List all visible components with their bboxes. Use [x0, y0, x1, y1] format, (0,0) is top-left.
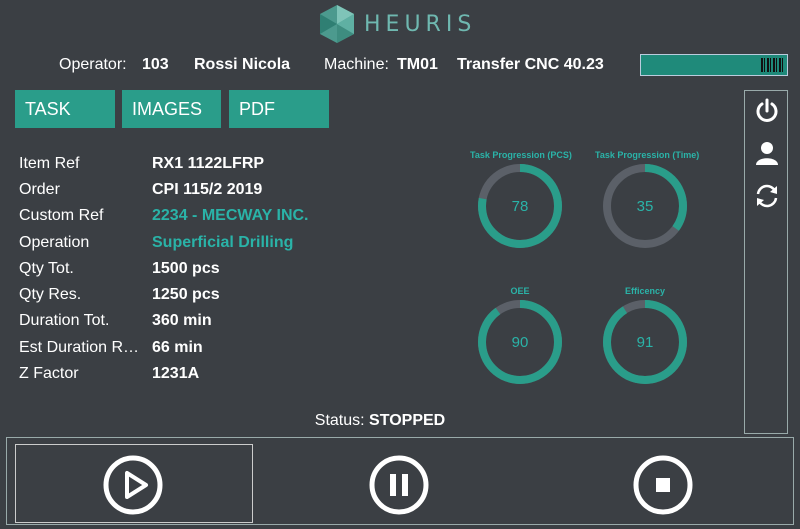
- item-ref-label: Item Ref: [19, 155, 80, 172]
- play-button[interactable]: [103, 455, 163, 515]
- operator-id: 103: [142, 56, 169, 73]
- gauge-title: Efficency: [624, 286, 666, 296]
- machine-id: TM01: [397, 56, 438, 73]
- stop-icon: [633, 455, 693, 515]
- pause-button[interactable]: [369, 455, 429, 515]
- pause-icon: [369, 455, 429, 515]
- machine-label: Machine:: [324, 56, 389, 73]
- gauge-value: 91: [637, 334, 654, 351]
- item-ref-value: RX1 1122LFRP: [152, 155, 265, 172]
- gauge-ring: 78: [478, 164, 562, 248]
- gauge-title: Task Progression (Time): [595, 150, 700, 160]
- est-duration-value: 66 min: [152, 339, 203, 356]
- est-duration-label: Est Duration Res.: [19, 339, 144, 356]
- gauge-ring: 35: [603, 164, 687, 248]
- gauge-title: Task Progression (PCS): [470, 150, 572, 160]
- gauge-oee: OEE 90: [470, 286, 570, 392]
- custom-ref-label: Custom Ref: [19, 207, 104, 224]
- stop-button[interactable]: [633, 455, 693, 515]
- gauge-value: 90: [512, 334, 529, 351]
- gauge-task-progression-time: Task Progression (Time) 35: [595, 150, 700, 256]
- gauge-value: 35: [637, 198, 654, 215]
- operator-label: Operator:: [59, 56, 127, 73]
- status-line: Status: STOPPED: [0, 412, 760, 430]
- user-icon[interactable]: [754, 140, 780, 166]
- side-panel: [744, 90, 788, 434]
- gauge-task-progression-pcs: Task Progression (PCS) 78: [470, 150, 572, 256]
- qty-res-value: 1250 pcs: [152, 286, 220, 303]
- z-factor-value: 1231A: [152, 365, 200, 382]
- operation-value: Superficial Drilling: [152, 234, 294, 251]
- machine-name: Transfer CNC 40.23: [457, 56, 604, 73]
- brand-name: HEURIS: [364, 11, 477, 37]
- tab-task[interactable]: TASK: [15, 90, 115, 128]
- heuris-logo: HEURIS: [318, 4, 476, 44]
- custom-ref-value: 2234 - MECWAY INC.: [152, 207, 309, 224]
- tab-pdf[interactable]: PDF: [229, 90, 329, 128]
- duration-tot-value: 360 min: [152, 312, 212, 329]
- status-value: STOPPED: [369, 412, 446, 429]
- gauge-ring: 91: [603, 300, 687, 384]
- barcode-scan-field[interactable]: [640, 54, 788, 76]
- order-value: CPI 115/2 2019: [152, 181, 263, 198]
- operator-name: Rossi Nicola: [194, 56, 291, 73]
- gauge-ring: 90: [478, 300, 562, 384]
- duration-tot-label: Duration Tot.: [19, 312, 110, 329]
- status-label: Status:: [314, 412, 365, 429]
- control-bar: [6, 437, 794, 525]
- qty-tot-label: Qty Tot.: [19, 260, 74, 277]
- gauge-title: OEE: [510, 286, 530, 296]
- heuris-logo-icon: [320, 5, 354, 43]
- play-icon: [103, 455, 163, 515]
- order-label: Order: [19, 181, 60, 198]
- barcode-icon: [761, 58, 783, 72]
- qty-tot-value: 1500 pcs: [152, 260, 220, 277]
- gauge-value: 78: [512, 198, 529, 215]
- refresh-icon[interactable]: [754, 183, 780, 209]
- power-icon[interactable]: [754, 98, 780, 124]
- z-factor-label: Z Factor: [19, 365, 79, 382]
- operation-label: Operation: [19, 234, 90, 251]
- gauge-efficency: Efficency 91: [595, 286, 695, 392]
- tab-images[interactable]: IMAGES: [122, 90, 221, 128]
- qty-res-label: Qty Res.: [19, 286, 82, 303]
